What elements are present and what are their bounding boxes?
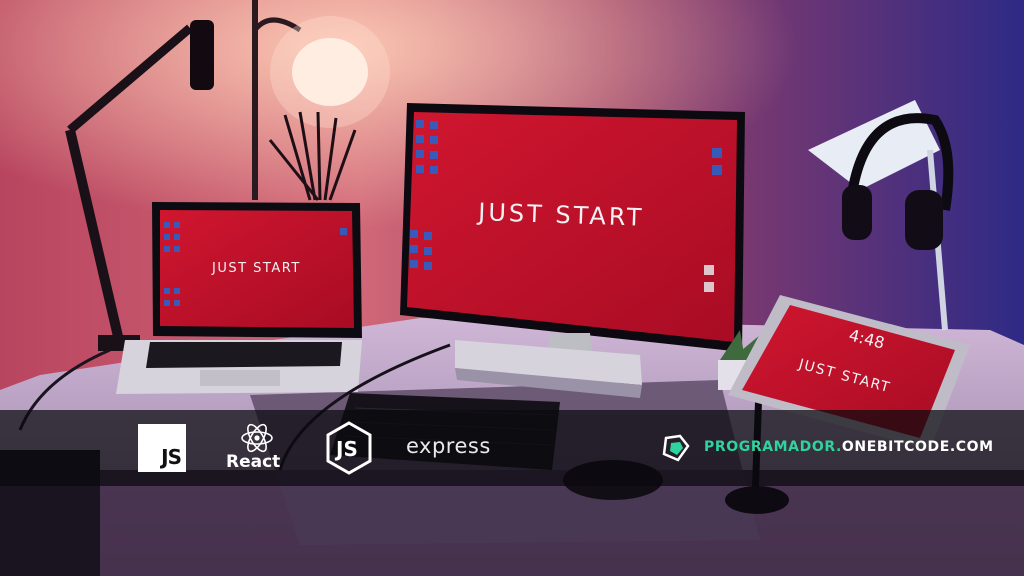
nodejs-hexagon-icon: JS [326, 421, 372, 475]
monitor-headline: JUST START [476, 198, 645, 232]
react-atom-icon [241, 423, 273, 453]
site-url: PROGRAMADOR.ONEBITCODE.COM [704, 439, 994, 455]
express-label: express [406, 434, 491, 458]
site-url-part2: ONEBITCODE.COM [841, 439, 994, 455]
javascript-logo: JS [138, 424, 186, 472]
photo-scene: JUST START JUST START 4:48 JUST START JS… [0, 0, 1024, 576]
react-label: React [226, 452, 281, 472]
laptop: JUST START [116, 202, 362, 394]
laptop-headline: JUST START [211, 261, 301, 276]
site-url-part1: PROGRAMADOR. [704, 439, 842, 455]
onebitcode-logo-icon [662, 434, 690, 462]
javascript-logo-text: JS [161, 445, 182, 469]
desk-setup-photo: JUST START JUST START 4:48 JUST START [0, 0, 1024, 576]
svg-text:JS: JS [334, 437, 358, 461]
